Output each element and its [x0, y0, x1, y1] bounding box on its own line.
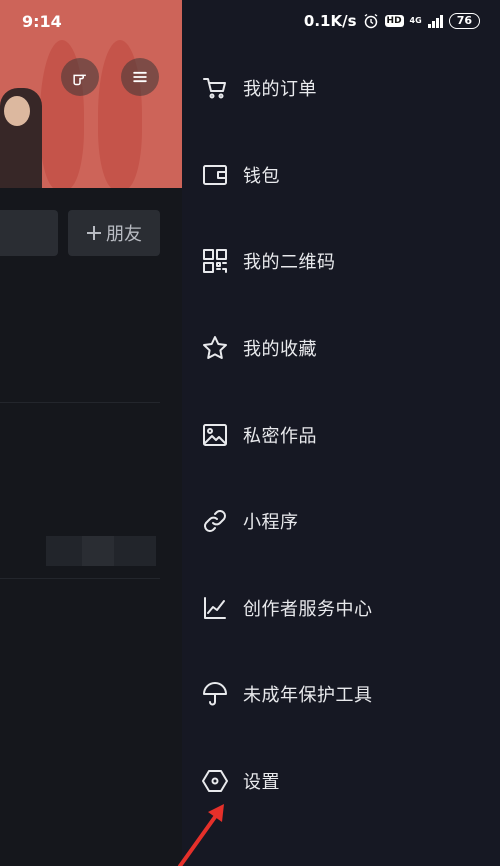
cart-icon [202, 75, 228, 101]
divider [0, 402, 160, 403]
menu-item-wallet[interactable]: 钱包 [182, 145, 500, 205]
image-icon [202, 422, 228, 448]
status-bar: 9:14 0.1K/s HD 4G 76 [0, 0, 500, 44]
settings-hex-icon [202, 768, 228, 794]
star-icon [202, 335, 228, 361]
battery-indicator: 76 [448, 13, 480, 29]
profile-page-behind: 朋友 [0, 0, 182, 866]
umbrella-icon [202, 681, 228, 707]
pointing-hand-icon [73, 74, 86, 86]
menu-item-label: 创作者服务中心 [243, 599, 373, 620]
alarm-icon [364, 13, 377, 29]
menu-item-label: 小程序 [243, 512, 299, 533]
blurred-content [46, 536, 82, 566]
menu-item-orders[interactable]: 我的订单 [182, 58, 500, 118]
menu-button[interactable] [121, 58, 159, 96]
blurred-content [114, 536, 156, 566]
menu-item-label: 我的二维码 [243, 252, 336, 273]
blurred-content [82, 536, 114, 566]
menu-item-label: 钱包 [243, 166, 280, 187]
link-icon [202, 508, 228, 534]
menu-item-favorites[interactable]: 我的收藏 [182, 318, 500, 378]
menu-item-private-works[interactable]: 私密作品 [182, 405, 500, 465]
hamburger-icon [133, 71, 147, 83]
signal-icon [427, 14, 443, 28]
plus-icon [87, 226, 101, 240]
add-friend-label: 朋友 [106, 224, 142, 245]
network-speed: 0.1K/s [303, 12, 357, 30]
menu-item-minor-protection[interactable]: 未成年保护工具 [182, 664, 500, 724]
chart-line-icon [202, 595, 228, 621]
menu-item-label: 未成年保护工具 [243, 685, 373, 706]
side-drawer: 我的订单 钱包 我的二维码 我的收藏 私密作品 小程序 创作者服务中心 未成年保… [182, 0, 500, 866]
add-friend-button[interactable]: 朋友 [68, 210, 160, 256]
menu-item-mini-programs[interactable]: 小程序 [182, 491, 500, 551]
hd-badge: HD [384, 15, 404, 27]
network-type: 4G [409, 16, 422, 25]
menu-item-label: 我的订单 [243, 79, 317, 100]
wallet-icon [202, 162, 228, 188]
edit-profile-button[interactable] [0, 210, 58, 256]
menu-item-qr-code[interactable]: 我的二维码 [182, 231, 500, 291]
qr-code-icon [202, 248, 228, 274]
annotation-arrow-icon [178, 804, 224, 866]
menu-item-label: 私密作品 [243, 426, 317, 447]
menu-item-label: 设置 [243, 772, 280, 793]
gesture-button[interactable] [61, 58, 99, 96]
status-time: 9:14 [22, 12, 62, 31]
menu-item-label: 我的收藏 [243, 339, 317, 360]
divider [0, 578, 160, 579]
menu-item-creator-center[interactable]: 创作者服务中心 [182, 578, 500, 638]
